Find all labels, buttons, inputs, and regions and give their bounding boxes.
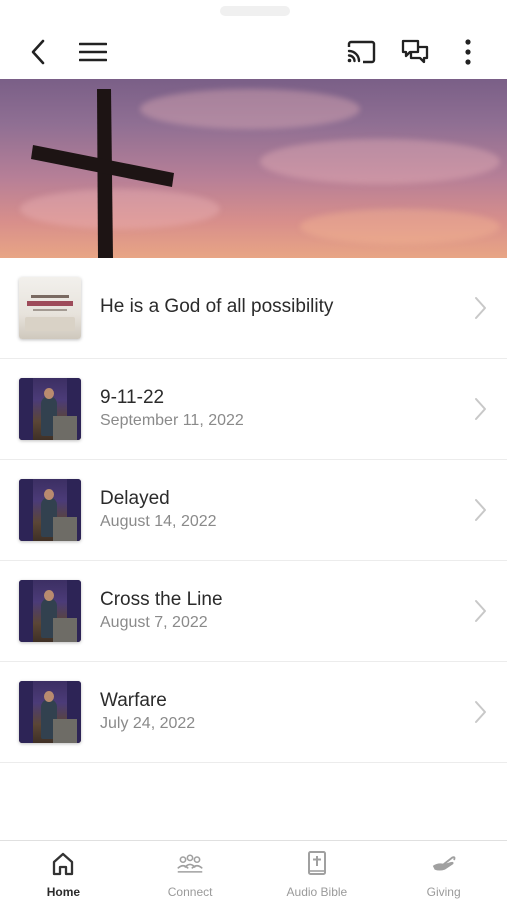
tab-label: Giving (426, 885, 461, 899)
tab-label: Audio Bible (286, 885, 348, 899)
chat-button[interactable] (393, 24, 437, 79)
sermon-thumbnail (19, 479, 81, 541)
sermon-date: September 11, 2022 (100, 412, 244, 429)
cross-graphic (31, 89, 174, 258)
top-app-bar (0, 24, 507, 79)
home-icon (53, 852, 74, 876)
sermon-title: Delayed (100, 488, 170, 509)
menu-button[interactable] (71, 24, 115, 79)
sermon-thumbnail (19, 378, 81, 440)
tab-giving[interactable]: Giving (380, 841, 507, 901)
chat-bubbles-icon (401, 39, 429, 63)
sermon-title: 9-11-22 (100, 387, 165, 408)
chevron-left-icon (31, 39, 45, 64)
tab-connect[interactable]: Connect (127, 841, 254, 901)
sermon-date: August 7, 2022 (100, 614, 208, 631)
bottom-tab-bar: Home Connect Audio Bible Giving (0, 840, 507, 901)
tab-label: Home (46, 885, 81, 899)
tab-home[interactable]: Home (0, 841, 127, 901)
sermon-list-item[interactable]: 9-11-22 September 11, 2022 (0, 359, 507, 460)
more-button[interactable] (446, 24, 490, 79)
hero-banner-image (0, 79, 507, 258)
people-icon (177, 854, 203, 873)
sermon-list-item[interactable]: Warfare July 24, 2022 (0, 662, 507, 763)
tab-label: Connect (167, 885, 213, 899)
chevron-right-icon (475, 701, 486, 723)
sermon-date: August 14, 2022 (100, 513, 217, 530)
chevron-right-icon (475, 600, 486, 622)
cast-button[interactable] (339, 24, 383, 79)
sermon-thumbnail (19, 580, 81, 642)
status-bar-text (220, 6, 290, 16)
sermon-thumbnail (19, 681, 81, 743)
status-bar (0, 0, 507, 24)
sermon-date: July 24, 2022 (100, 715, 196, 732)
sermon-title: Cross the Line (100, 589, 223, 610)
giving-hand-icon (432, 856, 456, 871)
sermon-list-item[interactable]: He is a God of all possibility (0, 258, 507, 359)
sermon-list-item[interactable]: Cross the Line August 7, 2022 (0, 561, 507, 662)
more-vertical-icon (465, 38, 471, 65)
bible-icon (307, 851, 326, 875)
hamburger-menu-icon (79, 42, 107, 61)
chevron-right-icon (475, 297, 486, 319)
sermon-list-item[interactable]: Delayed August 14, 2022 (0, 460, 507, 561)
sermon-title: He is a God of all possibility (100, 296, 334, 317)
chevron-right-icon (475, 398, 486, 420)
chevron-right-icon (475, 499, 486, 521)
back-button[interactable] (16, 24, 60, 79)
sermon-thumbnail (19, 277, 81, 339)
sermon-list: He is a God of all possibility 9-11-22 Sep… (0, 258, 507, 763)
cast-icon (347, 40, 376, 63)
sermon-title: Warfare (100, 690, 167, 711)
tab-audio-bible[interactable]: Audio Bible (254, 841, 381, 901)
